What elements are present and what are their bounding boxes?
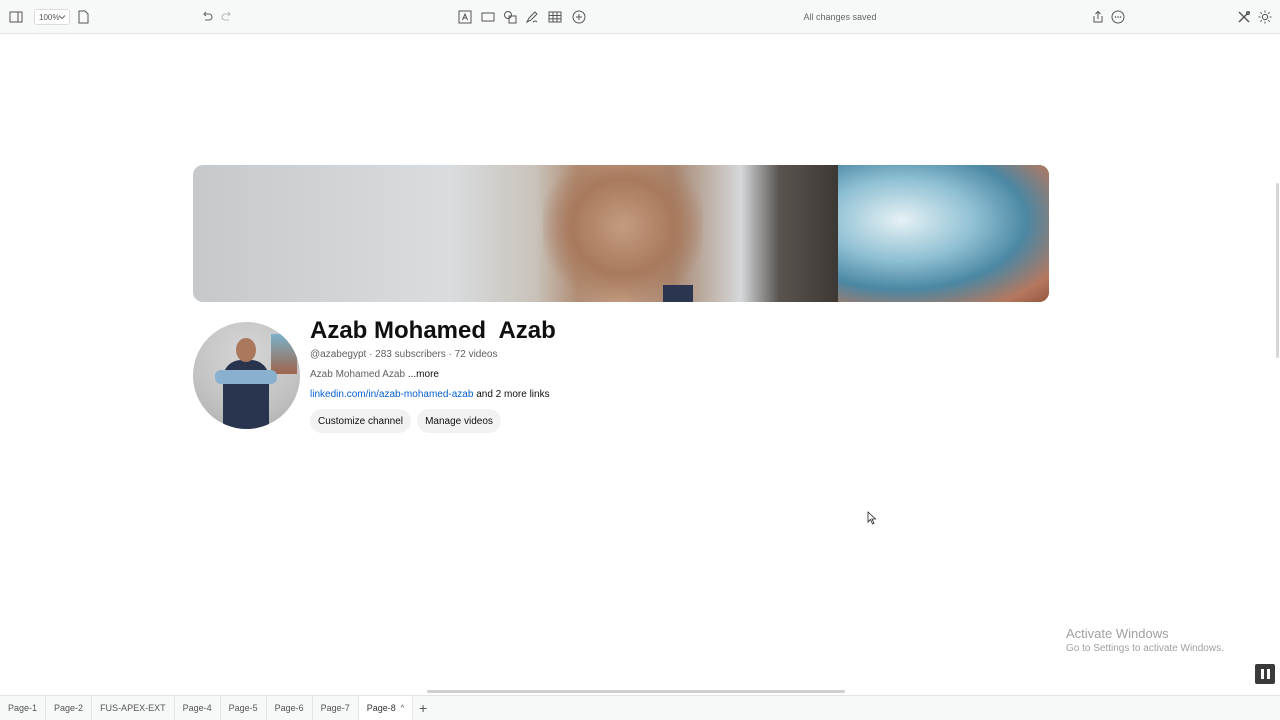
mouse-cursor-icon <box>867 511 877 525</box>
tab-fus-apex-ext[interactable]: FUS-APEX-EXT <box>92 696 175 720</box>
tab-page-6[interactable]: Page-6 <box>267 696 313 720</box>
text-frame-icon[interactable] <box>456 8 474 26</box>
tab-page-2[interactable]: Page-2 <box>46 696 93 720</box>
chevron-down-icon <box>58 15 66 20</box>
more-options-icon[interactable] <box>1109 8 1127 26</box>
tab-page-4[interactable]: Page-4 <box>175 696 221 720</box>
channel-meta: @azabegypt · 283 subscribers · 72 videos <box>310 349 498 360</box>
customize-channel-button[interactable]: Customize channel <box>310 409 411 433</box>
redo-icon[interactable] <box>218 8 236 26</box>
banner-frame <box>778 165 838 302</box>
manage-videos-button[interactable]: Manage videos <box>417 409 501 433</box>
more-links[interactable]: and 2 more links <box>473 389 549 400</box>
tab-page-1[interactable]: Page-1 <box>0 696 47 720</box>
sidebar-toggle-icon[interactable] <box>7 8 25 26</box>
channel-name: Azab Mohamed Azab <box>310 317 556 344</box>
pen-icon[interactable] <box>523 8 541 26</box>
tab-page-7[interactable]: Page-7 <box>313 696 359 720</box>
horizontal-scrollbar[interactable] <box>427 690 845 693</box>
page-icon[interactable] <box>74 8 92 26</box>
watermark-subtitle: Go to Settings to activate Windows. <box>1066 643 1224 654</box>
linkedin-link[interactable]: linkedin.com/in/azab-mohamed-azab <box>310 389 473 400</box>
pause-icon[interactable] <box>1255 664 1275 684</box>
description-text: Azab Mohamed Azab <box>310 369 408 380</box>
rectangle-icon[interactable] <box>479 8 497 26</box>
channel-links: linkedin.com/in/azab-mohamed-azab and 2 … <box>310 389 550 400</box>
theme-icon[interactable] <box>1256 8 1274 26</box>
vertical-scrollbar[interactable] <box>1276 183 1279 358</box>
tools-icon[interactable] <box>1235 8 1253 26</box>
add-page-icon[interactable]: + <box>413 696 433 720</box>
channel-avatar[interactable] <box>193 322 300 429</box>
channel-banner-image <box>193 165 1049 302</box>
tab-page-5[interactable]: Page-5 <box>221 696 267 720</box>
undo-icon[interactable] <box>198 8 216 26</box>
add-circle-icon[interactable] <box>570 8 588 26</box>
table-icon[interactable] <box>546 8 564 26</box>
page-tab-bar: Page-1 Page-2 FUS-APEX-EXT Page-4 Page-5… <box>0 695 1280 720</box>
save-status: All changes saved <box>803 12 877 22</box>
watermark-title: Activate Windows <box>1066 626 1169 641</box>
more-link[interactable]: ...more <box>408 369 439 380</box>
channel-description: Azab Mohamed Azab ...more <box>310 369 439 380</box>
banner-artwork <box>838 165 1049 302</box>
shapes-icon[interactable] <box>501 8 519 26</box>
document-canvas[interactable]: Azab Mohamed Azab @azabegypt · 283 subsc… <box>0 35 1280 693</box>
tab-page-8[interactable]: Page-8 ^ <box>358 696 414 720</box>
chevron-up-icon[interactable]: ^ <box>401 705 404 712</box>
activate-windows-watermark: Activate Windows Go to Settings to activ… <box>1066 626 1224 654</box>
top-toolbar: 100% All changes saved <box>0 0 1280 34</box>
banner-suit <box>663 285 693 302</box>
share-icon[interactable] <box>1089 8 1107 26</box>
zoom-select[interactable]: 100% <box>34 9 70 25</box>
banner-portrait <box>543 165 703 302</box>
zoom-value: 100% <box>39 12 60 22</box>
